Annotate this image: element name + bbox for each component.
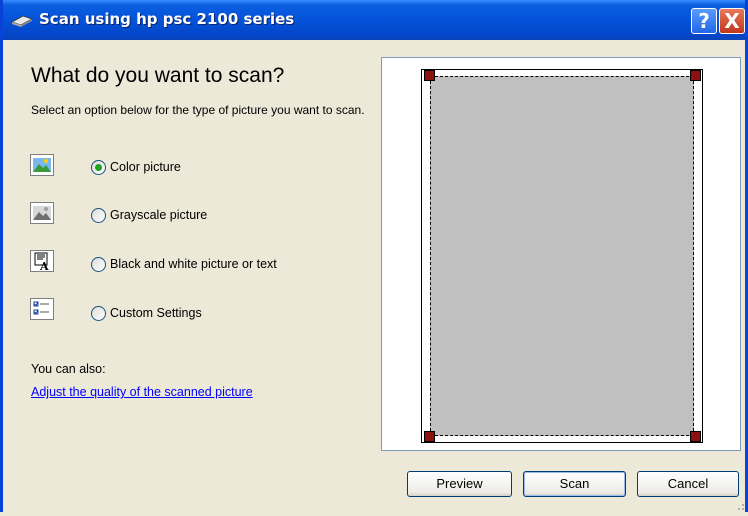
instructions-text: Select an option below for the type of p…	[31, 103, 365, 117]
preview-page	[421, 69, 703, 443]
adjust-quality-link[interactable]: Adjust the quality of the scanned pictur…	[31, 385, 253, 399]
title-bar[interactable]: Scan using hp psc 2100 series ? X	[3, 0, 745, 40]
bw-picture-text-label[interactable]: Black and white picture or text	[110, 257, 277, 271]
color-picture-radio[interactable]	[91, 160, 106, 175]
grayscale-picture-label[interactable]: Grayscale picture	[110, 208, 207, 222]
custom-settings-radio[interactable]	[91, 306, 106, 321]
color-picture-label[interactable]: Color picture	[110, 160, 181, 174]
scanner-icon	[11, 13, 33, 27]
scan-dialog: Scan using hp psc 2100 series ? X What d…	[0, 0, 748, 512]
svg-text:A: A	[39, 260, 49, 271]
custom-settings-label[interactable]: Custom Settings	[110, 306, 202, 320]
page-heading: What do you want to scan?	[31, 64, 285, 87]
custom-settings-icon	[30, 298, 54, 320]
bw-picture-text-icon: A	[30, 250, 54, 272]
scan-button[interactable]: Scan	[523, 471, 626, 497]
preview-pane	[381, 57, 741, 451]
crop-handle-top-right[interactable]	[690, 70, 701, 81]
grayscale-picture-radio[interactable]	[91, 208, 106, 223]
color-picture-icon	[30, 154, 54, 176]
window-title: Scan using hp psc 2100 series	[39, 10, 295, 28]
crop-handle-top-left[interactable]	[424, 70, 435, 81]
help-button[interactable]: ?	[691, 8, 717, 34]
resize-grip-icon[interactable]	[735, 498, 745, 510]
preview-button[interactable]: Preview	[407, 471, 512, 497]
scan-area-selection[interactable]	[430, 76, 694, 436]
cancel-button[interactable]: Cancel	[637, 471, 739, 497]
also-label: You can also:	[31, 362, 106, 376]
close-button[interactable]: X	[719, 8, 745, 34]
bw-picture-text-radio[interactable]	[91, 257, 106, 272]
crop-handle-bottom-left[interactable]	[424, 431, 435, 442]
grayscale-picture-icon	[30, 202, 54, 224]
crop-handle-bottom-right[interactable]	[690, 431, 701, 442]
